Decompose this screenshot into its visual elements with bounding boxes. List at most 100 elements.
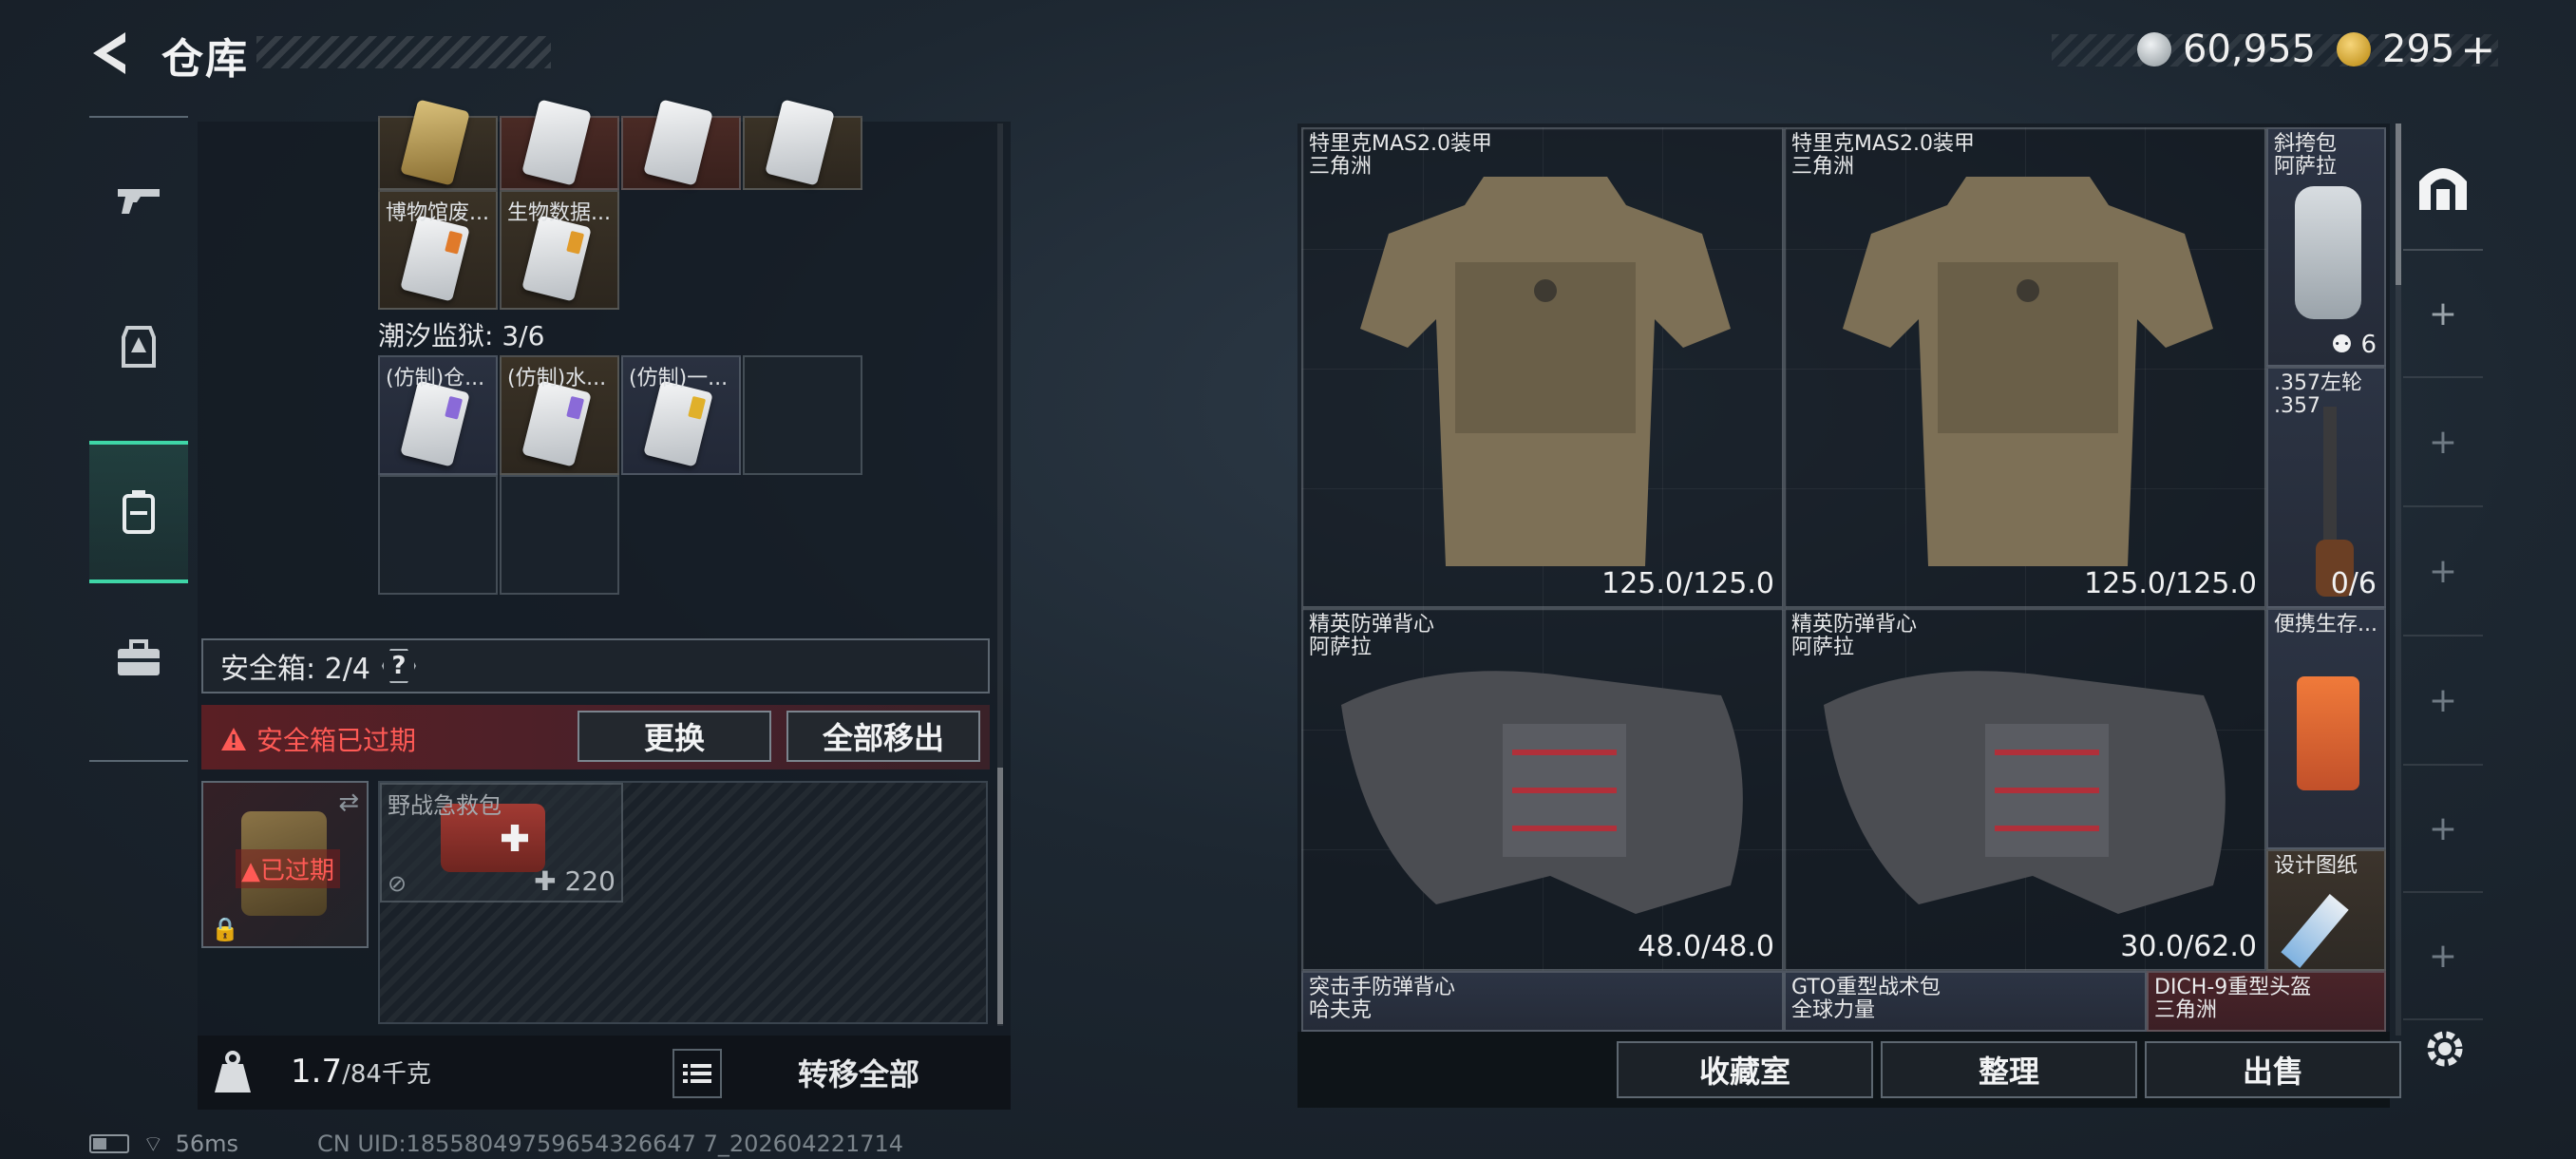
gear-icon[interactable] (2420, 1024, 2470, 1074)
empty-slot[interactable] (500, 475, 619, 595)
revolver-icon (2323, 407, 2337, 559)
battery-icon (89, 1134, 129, 1153)
move-all-out-button[interactable]: 全部移出 (786, 711, 980, 762)
list-view-button[interactable] (672, 1049, 722, 1098)
add-stash-page-button[interactable]: + (2403, 251, 2483, 378)
stash-item[interactable]: 特里克MAS2.0装甲 三角洲 125.0/125.0 (1784, 127, 2266, 608)
inventory-slot[interactable] (621, 99, 741, 190)
swap-icon[interactable]: ⇄ (338, 788, 359, 817)
stash-item[interactable]: GTO重型战术包 全球力量 (1784, 971, 2147, 1032)
help-icon[interactable]: ? (381, 649, 416, 683)
sell-button[interactable]: 出售 (2145, 1041, 2401, 1098)
add-stash-page-button[interactable]: + (2403, 636, 2483, 766)
item-name: 特里克MAS2.0装甲 三角洲 (1309, 132, 1492, 179)
ballistic-vest-icon (1824, 671, 2226, 914)
stash-item[interactable]: 便携生存... (2266, 608, 2386, 849)
inventory-slot[interactable] (378, 99, 498, 190)
keycard-icon (521, 215, 592, 302)
add-currency-button[interactable]: + (2460, 26, 2495, 74)
item-name: (仿制)仓... (386, 367, 485, 390)
backpack-icon (123, 490, 155, 534)
empty-slot[interactable] (378, 475, 498, 595)
stash-item[interactable]: 设计图纸 (2266, 849, 2386, 971)
item-durability: 30.0/62.0 (2120, 930, 2257, 963)
keycard-icon (643, 380, 713, 467)
item-name: .357左轮 .357 (2274, 371, 2362, 418)
item-name: 博物馆废... (386, 201, 489, 225)
stash-page-main[interactable] (2403, 124, 2483, 251)
item-name: DICH-9重型头盔 三角洲 (2154, 976, 2312, 1022)
safebox-case-slot[interactable]: ▲已过期 ⇄ 🔒 (201, 781, 369, 948)
inventory-slot[interactable]: (仿制)仓... (378, 355, 498, 475)
inventory-slot[interactable]: 生物数据... (500, 190, 619, 310)
inventory-slot[interactable] (500, 99, 619, 190)
inventory-slot[interactable]: 野战急救包 ✚ 220 ⊘ (380, 783, 623, 902)
inventory-slot[interactable] (743, 99, 862, 190)
stash-scrollbar-thumb[interactable] (2396, 124, 2401, 285)
wifi-icon: ⌔ (142, 1130, 164, 1157)
stash-item[interactable]: DICH-9重型头盔 三角洲 (2147, 971, 2386, 1032)
item-name: 生物数据... (507, 201, 611, 225)
weight-readout: 1.7/84千克 (291, 1053, 431, 1091)
item-durability: 125.0/125.0 (2084, 567, 2257, 600)
item-name: (仿制)水... (507, 367, 607, 390)
keycard-icon (521, 99, 592, 186)
back-arrow-icon[interactable] (87, 28, 133, 78)
stash-item[interactable]: 特里克MAS2.0装甲 三角洲 125.0/125.0 (1301, 127, 1784, 608)
item-name: 便携生存... (2274, 613, 2377, 636)
armor-vest-icon (1360, 177, 1731, 566)
medkit-value: ✚ 220 (534, 865, 616, 897)
empty-slot[interactable] (743, 355, 862, 475)
stash-item[interactable]: .357左轮 .357 0/6 (2266, 367, 2386, 608)
nav-equipment[interactable] (89, 276, 188, 418)
replace-button[interactable]: 更换 (578, 711, 771, 762)
stash-home-icon (2419, 168, 2467, 210)
add-stash-page-button[interactable]: + (2403, 378, 2483, 507)
stash-item[interactable]: 精英防弹背心 阿萨拉 30.0/62.0 (1784, 608, 2266, 971)
currency-silver: 60,955 (2137, 28, 2316, 71)
stash-item[interactable]: 斜挎包 阿萨拉 ⚉ 6 (2266, 127, 2386, 367)
currency-gold[interactable]: 295 + (2337, 26, 2495, 74)
keycard-icon (521, 380, 592, 467)
add-stash-page-button[interactable]: + (2403, 893, 2483, 1020)
item-name: GTO重型战术包 全球力量 (1791, 976, 1941, 1022)
ping-value: 56ms (175, 1130, 238, 1157)
gold-coin-icon (2337, 32, 2371, 66)
no-sell-icon: ⊘ (388, 870, 407, 897)
add-stash-page-button[interactable]: + (2403, 507, 2483, 636)
expired-warning-text: 安全箱已过期 (256, 725, 417, 756)
nav-containers[interactable] (89, 441, 188, 583)
nav-supplies[interactable] (89, 587, 188, 730)
currency-gold-value: 295 (2382, 28, 2455, 71)
inventory-slot[interactable]: (仿制)一... (621, 355, 741, 475)
left-scrollbar-thumb[interactable] (997, 768, 1003, 1024)
silver-coin-icon (2137, 32, 2171, 66)
item-name: (仿制)一... (629, 367, 729, 390)
nav-weapons[interactable] (89, 129, 188, 272)
inventory-slot[interactable]: 博物馆废... (378, 190, 498, 310)
stash-item[interactable]: 精英防弹背心 阿萨拉 48.0/48.0 (1301, 608, 1784, 971)
inventory-slot[interactable]: (仿制)水... (500, 355, 619, 475)
add-stash-page-button[interactable]: + (2403, 766, 2483, 893)
warning-icon: ▲ (241, 857, 260, 885)
weight-current: 1.7 (291, 1053, 343, 1091)
stash-page-strip: + + + + + + (2403, 124, 2483, 1108)
safebox-contents[interactable]: 野战急救包 ✚ 220 ⊘ (378, 781, 988, 1024)
item-name: 精英防弹背心 阿萨拉 (1309, 613, 1435, 659)
bag-icon (2295, 186, 2361, 319)
keycard-icon (400, 99, 470, 186)
gun-icon (118, 189, 160, 214)
transfer-all-button[interactable]: 转移全部 (735, 1045, 982, 1100)
status-bar: ⌔ 56ms (89, 1130, 238, 1157)
stash-item[interactable]: 突击手防弹背心 哈夫克 (1301, 971, 1784, 1032)
zone-label: 潮汐监狱: 3/6 (378, 320, 545, 352)
collection-room-button[interactable]: 收藏室 (1617, 1041, 1873, 1098)
item-name: 设计图纸 (2274, 854, 2358, 878)
armor-vest-icon (1843, 177, 2213, 566)
weight-icon (213, 1051, 253, 1094)
safebox-label: 安全箱: 2/4 (220, 653, 370, 686)
item-durability: 125.0/125.0 (1601, 567, 1774, 600)
item-count: ⚉ 6 (2330, 331, 2377, 359)
stash-footer: 收藏室 整理 出售 (1297, 1032, 2401, 1108)
sort-button[interactable]: 整理 (1881, 1041, 2137, 1098)
